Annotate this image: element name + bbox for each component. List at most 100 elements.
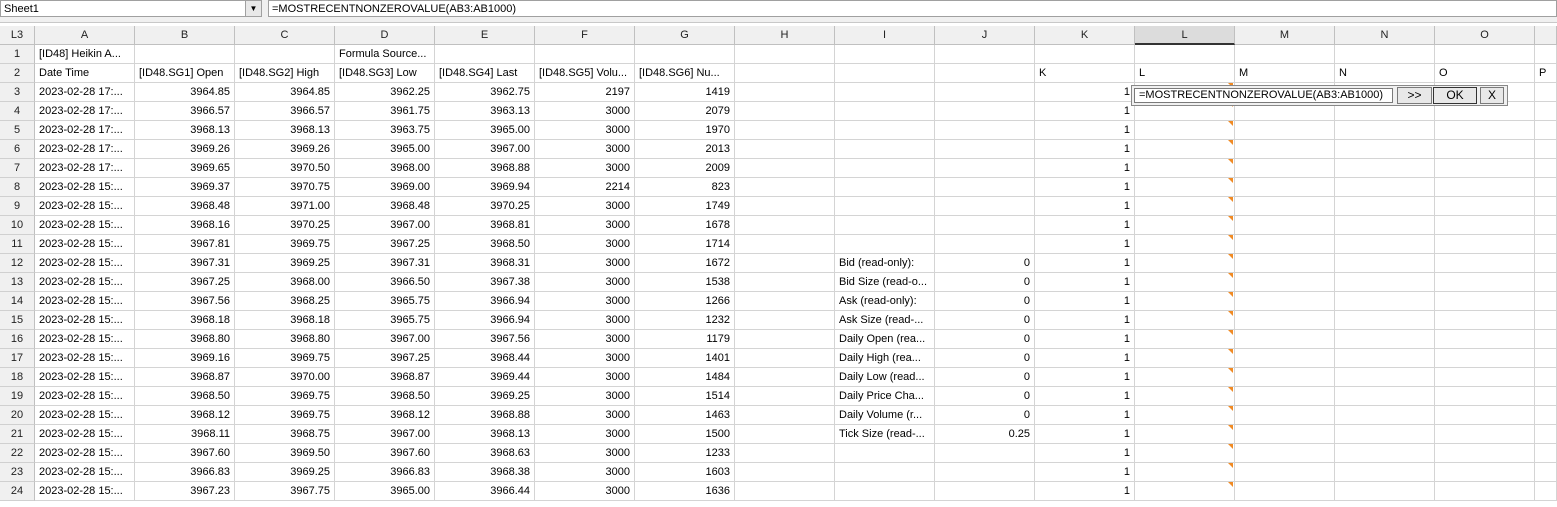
grid-cell[interactable]: N [1335, 64, 1435, 83]
cell-formula-input[interactable]: =MOSTRECENTNONZEROVALUE(AB3:AB1000) [1134, 88, 1393, 103]
table-cell[interactable]: 3968.88 [435, 406, 535, 425]
table-cell[interactable]: 3968.25 [235, 292, 335, 311]
table-cell[interactable]: 1 [1035, 406, 1135, 425]
table-cell[interactable]: 3968.81 [435, 216, 535, 235]
table-cell[interactable]: 2023-02-28 17:... [35, 121, 135, 140]
table-cell[interactable]: 1233 [635, 444, 735, 463]
table-cell[interactable]: 1 [1035, 273, 1135, 292]
table-cell[interactable]: 3967.38 [435, 273, 535, 292]
formula-bar[interactable]: =MOSTRECENTNONZEROVALUE(AB3:AB1000) [268, 0, 1557, 17]
table-cell[interactable]: 1636 [635, 482, 735, 501]
grid-cell[interactable] [1535, 121, 1557, 140]
grid-cell[interactable] [1135, 121, 1235, 140]
grid-cell[interactable] [1135, 292, 1235, 311]
table-cell[interactable]: 3966.44 [435, 482, 535, 501]
grid-cell[interactable] [935, 121, 1035, 140]
grid-cell[interactable] [1135, 311, 1235, 330]
grid-cell[interactable] [735, 64, 835, 83]
table-cell[interactable]: 3962.25 [335, 83, 435, 102]
table-cell[interactable]: 1 [1035, 368, 1135, 387]
table-cell[interactable]: 1 [1035, 197, 1135, 216]
table-cell[interactable]: 2023-02-28 15:... [35, 463, 135, 482]
grid-cell[interactable] [1335, 368, 1435, 387]
table-cell[interactable]: 1 [1035, 444, 1135, 463]
grid-cell[interactable] [1235, 444, 1335, 463]
row-header[interactable]: 5 [0, 121, 35, 140]
column-header-l[interactable]: L [1135, 26, 1235, 45]
grid-cell[interactable] [935, 102, 1035, 121]
grid-cell[interactable] [735, 216, 835, 235]
table-cell[interactable]: 3967.25 [335, 235, 435, 254]
expand-button[interactable]: >> [1397, 87, 1432, 104]
row-header[interactable]: 7 [0, 159, 35, 178]
grid-cell[interactable] [1235, 425, 1335, 444]
column-header-b[interactable]: B [135, 26, 235, 45]
table-cell[interactable]: 3968.31 [435, 254, 535, 273]
table-cell[interactable]: 3968.13 [135, 121, 235, 140]
grid-cell[interactable] [1135, 254, 1235, 273]
grid-cell[interactable] [1535, 444, 1557, 463]
table-cell[interactable]: 3967.81 [135, 235, 235, 254]
table-cell[interactable]: 3967.56 [135, 292, 235, 311]
table-cell[interactable]: 0 [935, 387, 1035, 406]
grid-cell[interactable] [1135, 197, 1235, 216]
grid-cell[interactable] [1335, 311, 1435, 330]
table-cell[interactable]: 2079 [635, 102, 735, 121]
table-cell[interactable]: 3970.50 [235, 159, 335, 178]
table-cell[interactable]: 2023-02-28 15:... [35, 178, 135, 197]
table-cell[interactable]: 3967.75 [235, 482, 335, 501]
grid-cell[interactable] [1435, 197, 1535, 216]
grid-cell[interactable] [1035, 45, 1135, 64]
table-cell[interactable]: 3969.65 [135, 159, 235, 178]
table-cell[interactable]: Tick Size (read-... [835, 425, 935, 444]
row-header[interactable]: 20 [0, 406, 35, 425]
row-header[interactable]: 17 [0, 349, 35, 368]
grid-cell[interactable] [1535, 216, 1557, 235]
grid-cell[interactable] [1535, 311, 1557, 330]
grid-cell[interactable] [1135, 45, 1235, 64]
grid-cell[interactable] [935, 140, 1035, 159]
grid-cell[interactable] [735, 178, 835, 197]
grid-cell[interactable] [1335, 406, 1435, 425]
table-cell[interactable]: 2214 [535, 178, 635, 197]
table-cell[interactable]: 3969.75 [235, 349, 335, 368]
table-cell[interactable]: 2023-02-28 15:... [35, 368, 135, 387]
column-header-i[interactable]: I [835, 26, 935, 45]
table-cell[interactable]: 3968.80 [235, 330, 335, 349]
table-cell[interactable]: 3968.50 [435, 235, 535, 254]
table-cell[interactable]: 1514 [635, 387, 735, 406]
grid-cell[interactable] [1435, 349, 1535, 368]
table-cell[interactable]: 3968.00 [235, 273, 335, 292]
table-cell[interactable]: 1 [1035, 254, 1135, 273]
table-cell[interactable]: 3967.00 [335, 330, 435, 349]
grid-cell[interactable] [735, 159, 835, 178]
table-cell[interactable]: 3000 [535, 463, 635, 482]
column-header-g[interactable]: G [635, 26, 735, 45]
table-cell[interactable]: 0 [935, 349, 1035, 368]
table-cell[interactable]: 3968.88 [435, 159, 535, 178]
column-header-h[interactable]: H [735, 26, 835, 45]
table-cell[interactable]: 1714 [635, 235, 735, 254]
table-cell[interactable]: 2023-02-28 17:... [35, 83, 135, 102]
table-cell[interactable]: 0 [935, 368, 1035, 387]
grid-cell[interactable] [1135, 159, 1235, 178]
grid-cell[interactable] [1335, 330, 1435, 349]
grid-cell[interactable] [1435, 140, 1535, 159]
row-header[interactable]: 2 [0, 64, 35, 83]
chevron-down-icon[interactable]: ▼ [245, 1, 261, 16]
table-cell[interactable]: 3968.80 [135, 330, 235, 349]
table-cell[interactable]: 2023-02-28 15:... [35, 330, 135, 349]
table-cell[interactable]: 3969.25 [435, 387, 535, 406]
table-cell[interactable]: 1419 [635, 83, 735, 102]
table-cell[interactable]: 2009 [635, 159, 735, 178]
grid-cell[interactable] [935, 178, 1035, 197]
grid-cell[interactable] [835, 235, 935, 254]
table-cell[interactable]: 1179 [635, 330, 735, 349]
grid-cell[interactable] [835, 444, 935, 463]
grid-cell[interactable] [1135, 140, 1235, 159]
grid-cell[interactable] [1235, 254, 1335, 273]
grid-cell[interactable] [735, 140, 835, 159]
grid-cell[interactable] [1535, 425, 1557, 444]
table-cell[interactable]: 3970.25 [435, 197, 535, 216]
table-cell[interactable]: 3968.12 [335, 406, 435, 425]
